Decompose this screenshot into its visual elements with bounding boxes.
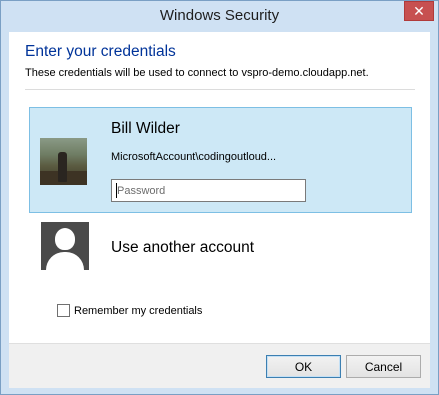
account-name: Bill Wilder (111, 120, 180, 137)
user-photo-avatar (40, 138, 87, 185)
account-tile-other[interactable]: Use another account (29, 218, 412, 278)
dialog-body: Enter your credentials These credentials… (9, 32, 430, 343)
user-head-shape (55, 228, 75, 250)
remember-credentials[interactable]: Remember my credentials (57, 304, 202, 317)
remember-label: Remember my credentials (74, 304, 203, 317)
user-body-shape (46, 252, 84, 270)
cancel-button[interactable]: Cancel (346, 355, 421, 378)
generic-user-icon (41, 222, 89, 270)
window-frame-left (1, 32, 9, 388)
window-frame-bottom (1, 388, 438, 394)
button-bar: OK Cancel (9, 343, 430, 388)
window-title: Windows Security (159, 7, 280, 24)
title-bar[interactable]: Windows Security ✕ (1, 1, 438, 32)
close-button[interactable]: ✕ (404, 1, 434, 21)
password-input[interactable] (111, 179, 306, 202)
remember-checkbox[interactable] (57, 304, 70, 317)
close-icon: ✕ (413, 2, 425, 19)
credentials-dialog: Windows Security ✕ Enter your credential… (0, 0, 439, 395)
divider (25, 89, 415, 90)
window-frame-right (430, 32, 438, 388)
photo-figure (58, 152, 67, 182)
dialog-subheading: These credentials will be used to connec… (25, 67, 369, 79)
dialog-heading: Enter your credentials (25, 43, 176, 60)
ok-button[interactable]: OK (266, 355, 341, 378)
account-tile-selected[interactable]: Bill Wilder MicrosoftAccount\codingoutlo… (29, 107, 412, 213)
text-caret (116, 183, 117, 198)
account-id: MicrosoftAccount\codingoutloud... (111, 151, 277, 163)
use-another-account-label: Use another account (111, 239, 255, 256)
